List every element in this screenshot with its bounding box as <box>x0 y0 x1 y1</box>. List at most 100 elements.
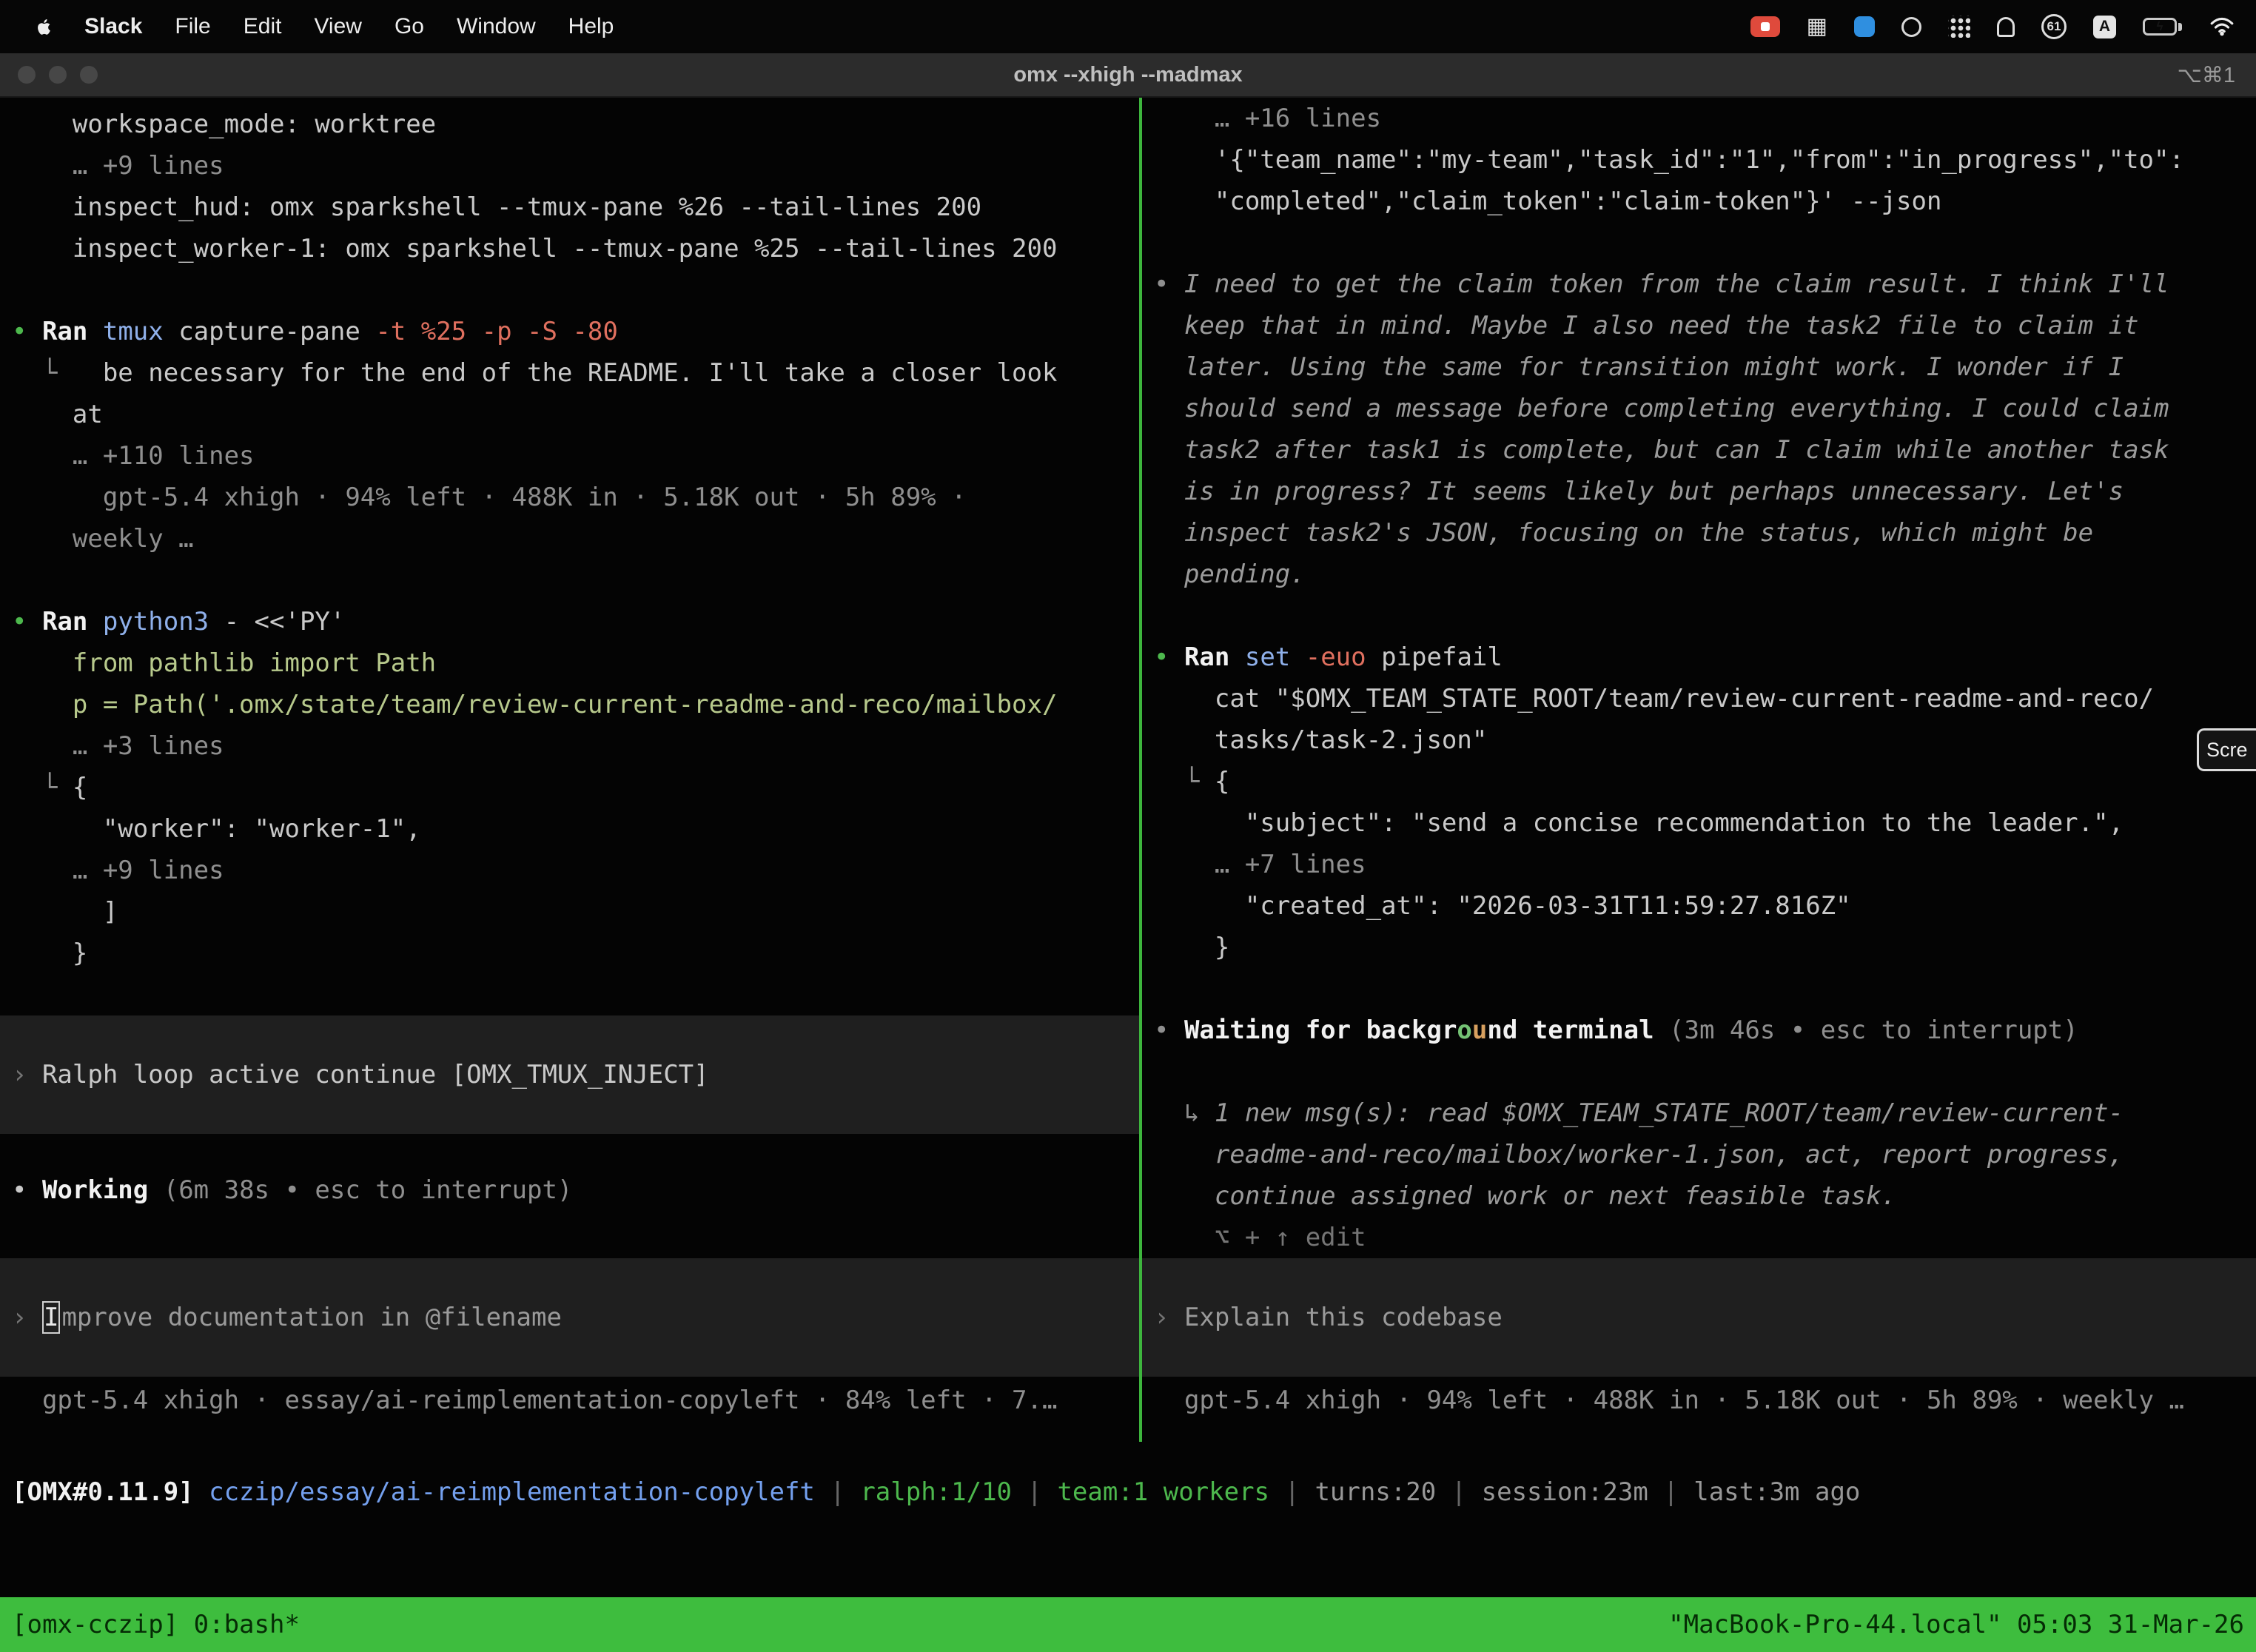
terminal-text: be necessary for the end of the README. … <box>103 358 1058 388</box>
terminal-text: 1 new msg(s): read $OMX_TEAM_STATE_ROOT/… <box>1215 1098 2124 1128</box>
gap <box>12 1134 1139 1169</box>
menu-edit[interactable]: Edit <box>227 14 298 39</box>
terminal-text: o <box>1457 1015 1471 1045</box>
terminal-line: '{"team_name":"my-team","task_id":"1","f… <box>1154 139 2256 181</box>
terminal-line: weekly … <box>12 518 1139 560</box>
minimize-button[interactable] <box>49 66 67 84</box>
terminal-line: … +16 lines <box>1154 98 2256 139</box>
terminal-text: └ <box>1154 767 1215 796</box>
terminal-text: "subject": "send a concise recommendatio… <box>1154 808 2124 838</box>
terminal-line: "worker": "worker-1", <box>12 808 1139 850</box>
terminal-line: • I need to get the claim token from the… <box>1154 263 2256 305</box>
terminal-line: continue assigned work or next feasible … <box>1154 1175 2256 1217</box>
menu-help[interactable]: Help <box>552 14 631 39</box>
menu-file[interactable]: File <box>158 14 226 39</box>
terminal-line: readme-and-reco/mailbox/worker-1.json, a… <box>1154 1134 2256 1175</box>
terminal-text: } <box>12 939 87 968</box>
terminal-text: workspace_mode: worktree <box>12 110 436 139</box>
terminal-line: inspect_hud: omx sparkshell --tmux-pane … <box>12 187 1139 228</box>
terminal-text: set <box>1245 642 1290 672</box>
right-pane[interactable]: … +16 lines '{"team_name":"my-team","tas… <box>1142 98 2256 1442</box>
terminal-line: from pathlib import Path <box>12 642 1139 684</box>
terminal-line: later. Using the same for transition mig… <box>1154 346 2256 388</box>
terminal-text: Ralph loop active continue [OMX_TMUX_INJ… <box>42 1060 709 1089</box>
title-bar[interactable]: omx --xhigh --madmax ⌥⌘1 <box>0 53 2256 98</box>
charging-bolt-icon: ϟ <box>2145 20 2175 33</box>
terminal-line: └ { <box>1154 761 2256 802</box>
terminal-text: • <box>12 607 42 637</box>
menu-window[interactable]: Window <box>440 14 552 39</box>
terminal-text: "worker": "worker-1", <box>12 814 421 844</box>
omx-ralph-count: ralph:1/10 <box>860 1477 1012 1507</box>
working-status: • Working (6m 38s • esc to interrupt) <box>12 1169 1139 1211</box>
terminal-line: … +110 lines <box>12 435 1139 477</box>
terminal-text: "completed","claim_token":"claim-token"}… <box>1154 187 1941 216</box>
terminal-text: should send a message before completing … <box>1154 394 2169 423</box>
pane-footer: gpt-5.4 xhigh · 94% left · 488K in · 5.1… <box>1154 1380 2256 1421</box>
terminal-text: pending. <box>1154 560 1306 589</box>
prompt-input[interactable]: › Improve documentation in @filename <box>0 1258 1139 1377</box>
screenshot-notification[interactable]: Scre <box>2197 728 2256 771</box>
terminal-text: I need to get the claim token from the c… <box>1184 269 2169 299</box>
app-menu-slack[interactable]: Slack <box>68 14 158 39</box>
text-cursor: I <box>42 1301 60 1334</box>
omx-version: [OMX#0.11.9] <box>12 1477 194 1507</box>
screen-recording-indicator-icon[interactable] <box>1750 16 1780 37</box>
stop-square-icon <box>1761 22 1770 31</box>
apple-menu[interactable] <box>21 16 68 37</box>
wifi-icon[interactable] <box>2209 16 2235 37</box>
terminal-line: p = Path('.omx/state/team/review-current… <box>12 684 1139 725</box>
ghost-app-icon[interactable] <box>1997 17 2015 37</box>
terminal-line: › Improve documentation in @filename <box>12 1297 1139 1338</box>
terminal-text: … +9 lines <box>12 856 224 885</box>
app-grid-icon[interactable] <box>1948 16 1970 38</box>
terminal-line: pending. <box>1154 554 2256 595</box>
window-manager-grid-icon[interactable]: ▦ <box>1807 16 1827 38</box>
terminal-line <box>1154 968 2256 1010</box>
terminal-line: ⌥ + ↑ edit <box>1154 1217 2256 1258</box>
tmux-status-bar: [omx-cczip] 0:bash* "MacBook-Pro-44.loca… <box>0 1597 2256 1652</box>
terminal-line: "subject": "send a concise recommendatio… <box>1154 802 2256 844</box>
prompt-input[interactable]: › Explain this codebase <box>1142 1258 2256 1377</box>
separator: | <box>1648 1477 1693 1507</box>
scrollback-top: workspace_mode: worktree … +9 lines insp… <box>12 104 1139 1015</box>
terminal-text: • <box>1154 1015 1184 1045</box>
terminal-text: … +16 lines <box>1154 104 1381 133</box>
input-source-icon[interactable]: A <box>2093 16 2116 38</box>
terminal-line: • Working (6m 38s • esc to interrupt) <box>12 1169 1139 1211</box>
ring-app-icon[interactable] <box>1901 17 1921 37</box>
terminal-text: gpt-5.4 xhigh · essay/ai-reimplementatio… <box>12 1386 1057 1415</box>
close-button[interactable] <box>18 66 36 84</box>
zoom-button[interactable] <box>80 66 98 84</box>
blue-app-icon[interactable] <box>1854 16 1875 37</box>
tmux-panes: workspace_mode: worktree … +9 lines insp… <box>0 98 2256 1442</box>
terminal-line: … +7 lines <box>1154 844 2256 885</box>
terminal-text: } <box>1154 933 1229 962</box>
terminal-window: omx --xhigh --madmax ⌥⌘1 workspace_mode:… <box>0 53 2256 1652</box>
separator: | <box>1436 1477 1481 1507</box>
battery-body: ϟ <box>2143 18 2177 36</box>
left-pane[interactable]: workspace_mode: worktree … +9 lines insp… <box>0 98 1139 1442</box>
terminal-line: keep that in mind. Maybe I also need the… <box>1154 305 2256 346</box>
menu-view[interactable]: View <box>298 14 377 39</box>
terminal-line: is in progress? It seems likely but perh… <box>1154 471 2256 512</box>
terminal-text: from pathlib import Path <box>12 648 436 678</box>
battery-icon[interactable]: ϟ <box>2143 18 2182 36</box>
terminal-text: gpt-5.4 xhigh · 94% left · 488K in · 5.1… <box>12 483 967 512</box>
terminal-line: └ be necessary for the end of the README… <box>12 352 1139 394</box>
inject-banner[interactable]: › Ralph loop active continue [OMX_TMUX_I… <box>0 1015 1139 1134</box>
terminal-text: continue assigned work or next feasible … <box>1154 1181 1896 1211</box>
terminal-text: tmux <box>103 317 164 346</box>
terminal-text: weekly … <box>12 524 194 554</box>
battery-percentage-badge-icon[interactable]: 61 <box>2041 14 2067 39</box>
terminal-line <box>1154 222 2256 263</box>
pane-footer: gpt-5.4 xhigh · essay/ai-reimplementatio… <box>12 1380 1139 1421</box>
terminal-line: cat "$OMX_TEAM_STATE_ROOT/team/review-cu… <box>1154 678 2256 719</box>
menu-go[interactable]: Go <box>378 14 440 39</box>
terminal-text: • <box>12 1175 42 1205</box>
terminal-text: └ <box>12 358 103 388</box>
window-title: omx --xhigh --madmax <box>1013 63 1242 87</box>
terminal-text: • <box>1154 269 1184 299</box>
terminal-line: "created_at": "2026-03-31T11:59:27.816Z" <box>1154 885 2256 927</box>
omx-turns: turns:20 <box>1315 1477 1436 1507</box>
